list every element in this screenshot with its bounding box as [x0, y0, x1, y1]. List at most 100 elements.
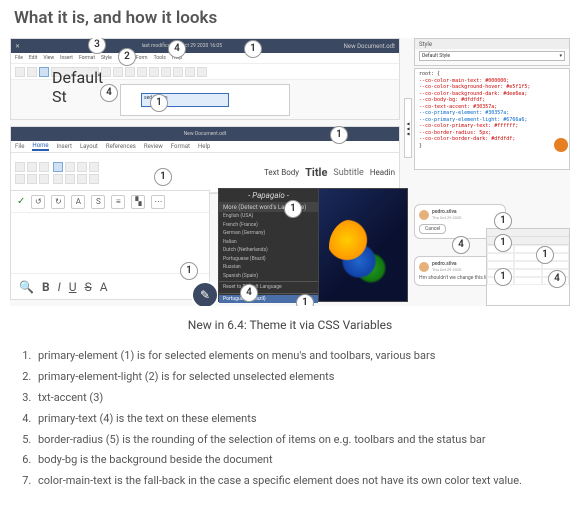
legend-item: primary-element-light (2) is for selecte… — [34, 367, 580, 388]
indent-icon[interactable]: ≡ — [111, 195, 125, 209]
cancel-button[interactable]: Cancel — [419, 224, 446, 234]
image-icon[interactable]: ▚ — [131, 195, 145, 209]
callout-1: 1 — [494, 212, 512, 230]
menu-view[interactable]: View — [43, 55, 54, 61]
classic-toolbar[interactable]: Default St — [11, 63, 399, 79]
tab-insert[interactable]: Insert — [57, 143, 72, 150]
strike-button[interactable]: S — [85, 280, 92, 294]
toolbar-button[interactable] — [65, 174, 75, 184]
edit-fab[interactable]: ✎ — [191, 281, 219, 306]
toolbar-button[interactable] — [53, 174, 63, 184]
menu-insert[interactable]: Insert — [60, 55, 73, 61]
toolbar-button[interactable] — [15, 174, 25, 184]
legend-item: txt-accent (3) — [34, 388, 580, 409]
legend-item: primary-text (4) is the text on these el… — [34, 409, 580, 430]
user-avatar[interactable] — [554, 138, 568, 152]
sidebar-drag-handle[interactable]: ◀◀◀ — [404, 98, 412, 158]
language-item[interactable]: Dutch (Netherlands) — [219, 246, 318, 255]
style-sidebar: Style Default Style▾ — [414, 38, 570, 66]
callout-1: 1 — [536, 246, 554, 264]
style-textbody[interactable]: Text Body — [264, 168, 299, 177]
menu-format[interactable]: Format — [79, 55, 95, 61]
redo-icon[interactable]: ↻ — [51, 195, 65, 209]
toolbar-button-selected[interactable] — [39, 67, 49, 77]
font-button[interactable]: A — [100, 280, 108, 294]
toolbar-button[interactable] — [77, 162, 87, 172]
toolbar-button[interactable] — [27, 174, 37, 184]
toolbar-button[interactable] — [113, 67, 123, 77]
menu-form[interactable]: Form — [136, 55, 148, 61]
toolbar-button[interactable] — [77, 174, 87, 184]
toolbar-button[interactable] — [125, 67, 135, 77]
language-menu[interactable]: - Papagaio - More (Detect word's Languag… — [219, 189, 319, 301]
font-color-icon[interactable]: A — [71, 195, 85, 209]
document-image — [319, 189, 407, 301]
language-item[interactable]: Italian — [219, 238, 318, 247]
toolbar-button[interactable] — [39, 162, 49, 172]
language-reset[interactable]: Reset to Default Language — [219, 283, 318, 292]
tab-file[interactable]: File — [15, 143, 24, 150]
tab-help[interactable]: Help — [198, 143, 210, 150]
toolbar-button[interactable] — [161, 67, 171, 77]
toolbar-button[interactable] — [101, 67, 111, 77]
toolbar-button[interactable] — [15, 162, 25, 172]
search-icon[interactable]: 🔍 — [19, 280, 34, 294]
tab-review[interactable]: Review — [144, 143, 163, 150]
tab-home[interactable]: Home — [32, 142, 48, 151]
strike-icon[interactable]: S — [91, 195, 105, 209]
language-item[interactable]: Russian — [219, 263, 318, 272]
check-icon[interactable]: ✓ — [17, 196, 25, 207]
bold-button[interactable]: B — [42, 280, 50, 294]
toolbar-button[interactable] — [149, 67, 159, 77]
toolbar-button[interactable] — [89, 162, 99, 172]
legend-item: border-radius (5) is the rounding of the… — [34, 430, 580, 451]
undo-icon[interactable]: ↺ — [31, 195, 45, 209]
toolbar-button[interactable] — [39, 174, 49, 184]
close-icon[interactable]: ✕ — [15, 43, 20, 50]
language-item[interactable]: German (Germany) — [219, 229, 318, 238]
toolbar-button[interactable] — [27, 67, 37, 77]
tab-references[interactable]: References — [106, 143, 136, 150]
toolbar-button[interactable] — [15, 67, 25, 77]
css-variables-panel: root: { --co-color-main-text: #000000; -… — [414, 68, 570, 170]
more-icon[interactable]: ⋯ — [151, 195, 165, 209]
callout-4: 4 — [452, 236, 470, 254]
toolbar-button[interactable] — [137, 67, 147, 77]
callout-1: 1 — [330, 126, 348, 144]
menu-edit[interactable]: Edit — [29, 55, 37, 61]
toolbar-button-selected[interactable] — [53, 162, 63, 172]
style-title[interactable]: Title — [305, 166, 327, 179]
callout-1: 1 — [154, 168, 172, 186]
language-item[interactable]: English (USA) — [219, 212, 318, 221]
underline-button[interactable]: U — [69, 280, 77, 294]
menu-bar[interactable]: File Edit View Insert Format Style Table… — [11, 53, 399, 63]
language-item[interactable]: Spanish (Spain) — [219, 272, 318, 281]
language-group-label: More (Detect word's Language) — [219, 203, 318, 212]
style-select[interactable]: Default Style▾ — [419, 51, 565, 61]
menu-style[interactable]: Style — [101, 55, 112, 61]
language-title: - Papagaio - — [219, 189, 318, 203]
tab-layout[interactable]: Layout — [80, 143, 98, 150]
mobile-bottom-toolbar[interactable]: 🔍 B I U S A — [11, 273, 209, 299]
classic-app-window: ✕ last modification: Oct 29 2020 16:05 N… — [10, 38, 400, 120]
ribbon-style-previews[interactable]: Text Body Title Subtitle Headin — [264, 166, 395, 179]
language-item[interactable]: French (France) — [219, 221, 318, 230]
toolbar-button[interactable] — [197, 67, 207, 77]
menu-file[interactable]: File — [15, 55, 23, 61]
toolbar-button[interactable] — [27, 162, 37, 172]
ribbon-toolbar[interactable]: Text Body Title Subtitle Headin — [11, 153, 399, 193]
tab-format[interactable]: Format — [171, 143, 190, 150]
toolbar-button[interactable] — [89, 174, 99, 184]
toolbar-button[interactable] — [185, 67, 195, 77]
style-heading[interactable]: Headin — [370, 168, 395, 177]
classic-titlebar: ✕ last modification: Oct 29 2020 16:05 N… — [11, 39, 399, 53]
language-item[interactable]: Portuguese (Brazil) — [219, 255, 318, 264]
font-name-combo[interactable]: Default St — [51, 67, 99, 77]
mobile-top-toolbar[interactable]: ✓ ↺ ↻ A S ≡ ▚ ⋯ — [11, 191, 209, 213]
toolbar-button[interactable] — [173, 67, 183, 77]
menu-tools[interactable]: Tools — [154, 55, 166, 61]
italic-button[interactable]: I — [58, 280, 61, 294]
style-subtitle[interactable]: Subtitle — [333, 168, 363, 178]
document-page: sed Lorem — [120, 84, 290, 116]
toolbar-button[interactable] — [65, 162, 75, 172]
